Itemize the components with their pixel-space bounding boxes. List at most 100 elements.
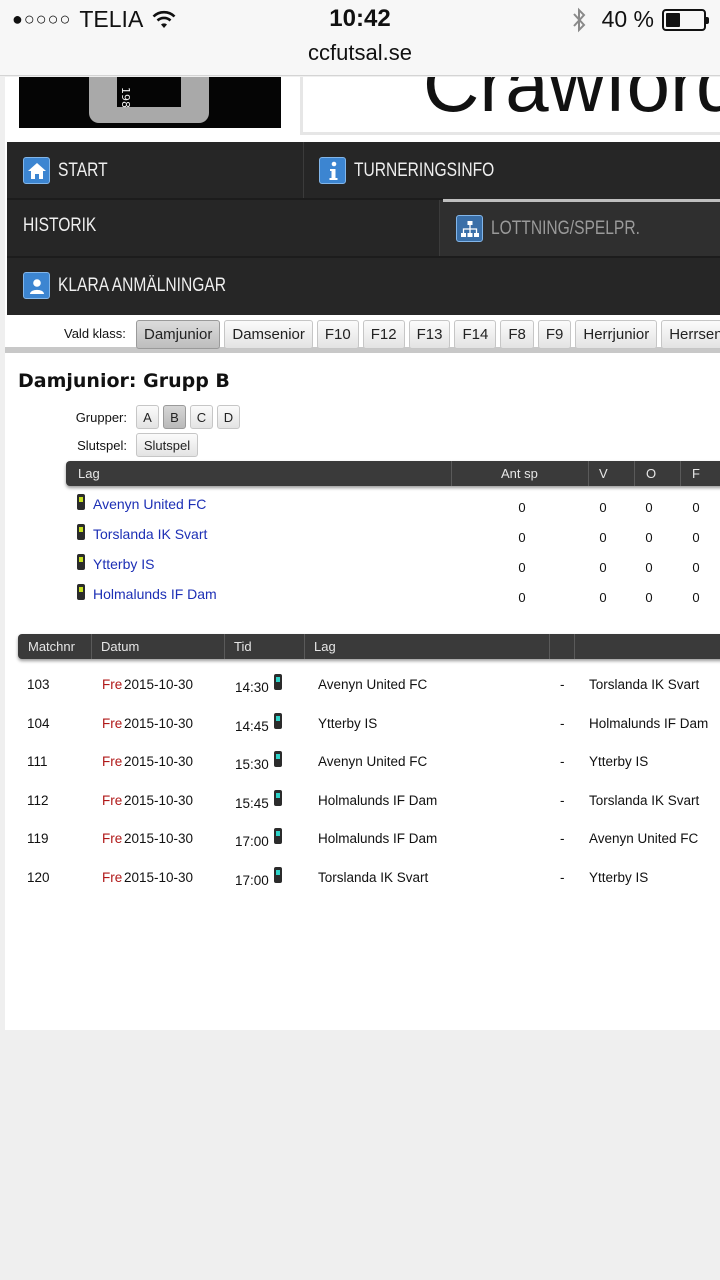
f-cell: 0 bbox=[692, 500, 700, 515]
match-time: 15:30 bbox=[235, 757, 269, 773]
team-link[interactable]: Torslanda IK Svart bbox=[93, 526, 207, 542]
team-link[interactable]: Ytterby IS bbox=[93, 556, 154, 572]
match-row: 120 Fre 2015-10-30 17:00 Torslanda IK Svart -… bbox=[5, 867, 720, 900]
home-icon bbox=[23, 157, 50, 184]
bluetooth-icon bbox=[572, 7, 585, 32]
mobile-phone-icon bbox=[77, 584, 85, 601]
nav-turneringsinfo-label: TURNERINGSINFO bbox=[354, 159, 495, 181]
match-separator: - bbox=[560, 831, 565, 847]
team-cell: Ytterby IS bbox=[77, 554, 154, 572]
match-away-team: Torslanda IK Svart bbox=[589, 792, 700, 808]
team-link[interactable]: Avenyn United FC bbox=[93, 496, 206, 512]
match-day: Fre bbox=[102, 677, 123, 692]
nav-klara-label: KLARA ANMÄLNINGAR bbox=[58, 274, 226, 296]
match-date: 2015-10-30 bbox=[124, 831, 194, 847]
page-content: 198 Crawford START TURNERINGSINFO HISTOR… bbox=[5, 77, 720, 1030]
match-away-team: Ytterby IS bbox=[589, 754, 649, 770]
banner-text: Crawford bbox=[423, 77, 720, 128]
group-button-c[interactable]: C bbox=[190, 405, 213, 429]
o-cell: 0 bbox=[645, 530, 653, 545]
match-number: 120 bbox=[27, 870, 50, 885]
col-matchnr: Matchnr bbox=[28, 639, 75, 654]
mobile-phone-icon bbox=[274, 674, 282, 690]
mobile-phone-icon bbox=[77, 554, 85, 571]
team-cell: Torslanda IK Svart bbox=[77, 524, 207, 542]
nav-lottning[interactable]: LOTTNING/SPELPR. bbox=[456, 215, 673, 242]
sitemap-icon bbox=[456, 215, 483, 242]
group-button-b[interactable]: B bbox=[163, 405, 186, 429]
class-button-f8[interactable]: F8 bbox=[500, 320, 534, 349]
match-home-team: Holmalunds IF Dam bbox=[318, 831, 438, 847]
class-selector: Vald klass: Damjunior Damsenior F10 F12 F13 F… bbox=[5, 317, 720, 353]
match-row: 119 Fre 2015-10-30 17:00 Holmalunds IF Dam - A… bbox=[5, 828, 720, 861]
col-v: V bbox=[599, 466, 608, 481]
nav-historik-label: HISTORIK bbox=[23, 215, 97, 236]
nav-historik[interactable]: HISTORIK bbox=[23, 215, 112, 237]
class-button-row: Damjunior Damsenior F10 F12 F13 F14 F8 F9 Herrju… bbox=[136, 320, 720, 349]
class-button-f10[interactable]: F10 bbox=[316, 320, 359, 349]
address-bar[interactable]: ccfutsal.se bbox=[0, 40, 720, 66]
nav-turneringsinfo[interactable]: TURNERINGSINFO bbox=[319, 157, 525, 184]
group-button-a[interactable]: A bbox=[136, 405, 159, 429]
f-cell: 0 bbox=[692, 560, 700, 575]
class-selector-label: Vald klass: bbox=[64, 326, 126, 341]
match-row: 103 Fre 2015-10-30 14:30 Avenyn United FC - To… bbox=[5, 674, 720, 707]
team-link[interactable]: Holmalunds IF Dam bbox=[93, 586, 217, 602]
grupper-label: Grupper: bbox=[75, 410, 127, 425]
slutspel-button[interactable]: Slutspel bbox=[136, 433, 198, 457]
class-button-herrsenior[interactable]: Herrsenior bbox=[661, 320, 720, 349]
match-date: 2015-10-30 bbox=[124, 754, 194, 770]
class-button-herrjunior[interactable]: Herrjunior bbox=[575, 320, 658, 349]
site-logo[interactable]: 198 bbox=[19, 77, 281, 128]
nav-start[interactable]: START bbox=[23, 157, 119, 184]
match-number: 111 bbox=[27, 754, 48, 770]
match-separator: - bbox=[560, 715, 565, 731]
col-lag: Lag bbox=[78, 466, 100, 481]
match-time: 17:00 bbox=[235, 834, 269, 850]
match-away-team: Ytterby IS bbox=[589, 870, 649, 885]
o-cell: 0 bbox=[645, 590, 653, 605]
col-ant-sp: Ant sp bbox=[501, 466, 538, 481]
col-o: O bbox=[646, 466, 657, 481]
team-cell: Avenyn United FC bbox=[77, 494, 206, 512]
mobile-phone-icon bbox=[77, 524, 85, 541]
v-cell: 0 bbox=[599, 530, 607, 545]
o-cell: 0 bbox=[645, 560, 653, 575]
match-number: 104 bbox=[27, 715, 50, 731]
mobile-phone-icon bbox=[274, 789, 282, 806]
class-button-damjunior[interactable]: Damjunior bbox=[136, 320, 221, 349]
match-time: 14:45 bbox=[235, 718, 269, 734]
match-row: 111 Fre 2015-10-30 15:30 Avenyn United FC - Yt… bbox=[5, 751, 720, 784]
mobile-phone-icon bbox=[274, 828, 282, 845]
mobile-phone-icon bbox=[274, 867, 282, 883]
class-button-f13[interactable]: F13 bbox=[408, 320, 451, 349]
ant-sp-cell: 0 bbox=[518, 590, 526, 605]
ant-sp-cell: 0 bbox=[518, 560, 526, 575]
matches-header: Matchnr Datum Tid Lag bbox=[18, 634, 720, 659]
status-right: 40 % bbox=[570, 6, 709, 33]
match-date: 2015-10-30 bbox=[124, 677, 194, 692]
match-away-team: Torslanda IK Svart bbox=[589, 677, 700, 692]
main-nav: START TURNERINGSINFO HISTORIK LOTTNING/S… bbox=[7, 142, 720, 315]
class-button-f9[interactable]: F9 bbox=[537, 320, 572, 349]
battery-icon bbox=[662, 8, 709, 31]
match-time: 15:45 bbox=[235, 795, 269, 811]
group-button-d[interactable]: D bbox=[217, 405, 240, 429]
match-date: 2015-10-30 bbox=[124, 870, 194, 885]
class-button-f12[interactable]: F12 bbox=[362, 320, 405, 349]
v-cell: 0 bbox=[599, 560, 607, 575]
nav-klara-anmalningar[interactable]: KLARA ANMÄLNINGAR bbox=[23, 272, 263, 299]
col-datum: Datum bbox=[101, 639, 140, 654]
v-cell: 0 bbox=[599, 590, 607, 605]
match-date: 2015-10-30 bbox=[124, 715, 194, 731]
match-day: Fre bbox=[102, 870, 123, 885]
class-button-damsenior[interactable]: Damsenior bbox=[224, 320, 313, 349]
nav-start-label: START bbox=[58, 159, 108, 181]
slutspel-label: Slutspel: bbox=[77, 438, 127, 453]
class-button-f14[interactable]: F14 bbox=[454, 320, 497, 349]
match-day: Fre bbox=[102, 715, 123, 731]
logo-emblem bbox=[89, 77, 209, 123]
match-home-team: Avenyn United FC bbox=[318, 677, 428, 692]
info-icon bbox=[319, 157, 346, 184]
match-day: Fre bbox=[102, 831, 123, 847]
